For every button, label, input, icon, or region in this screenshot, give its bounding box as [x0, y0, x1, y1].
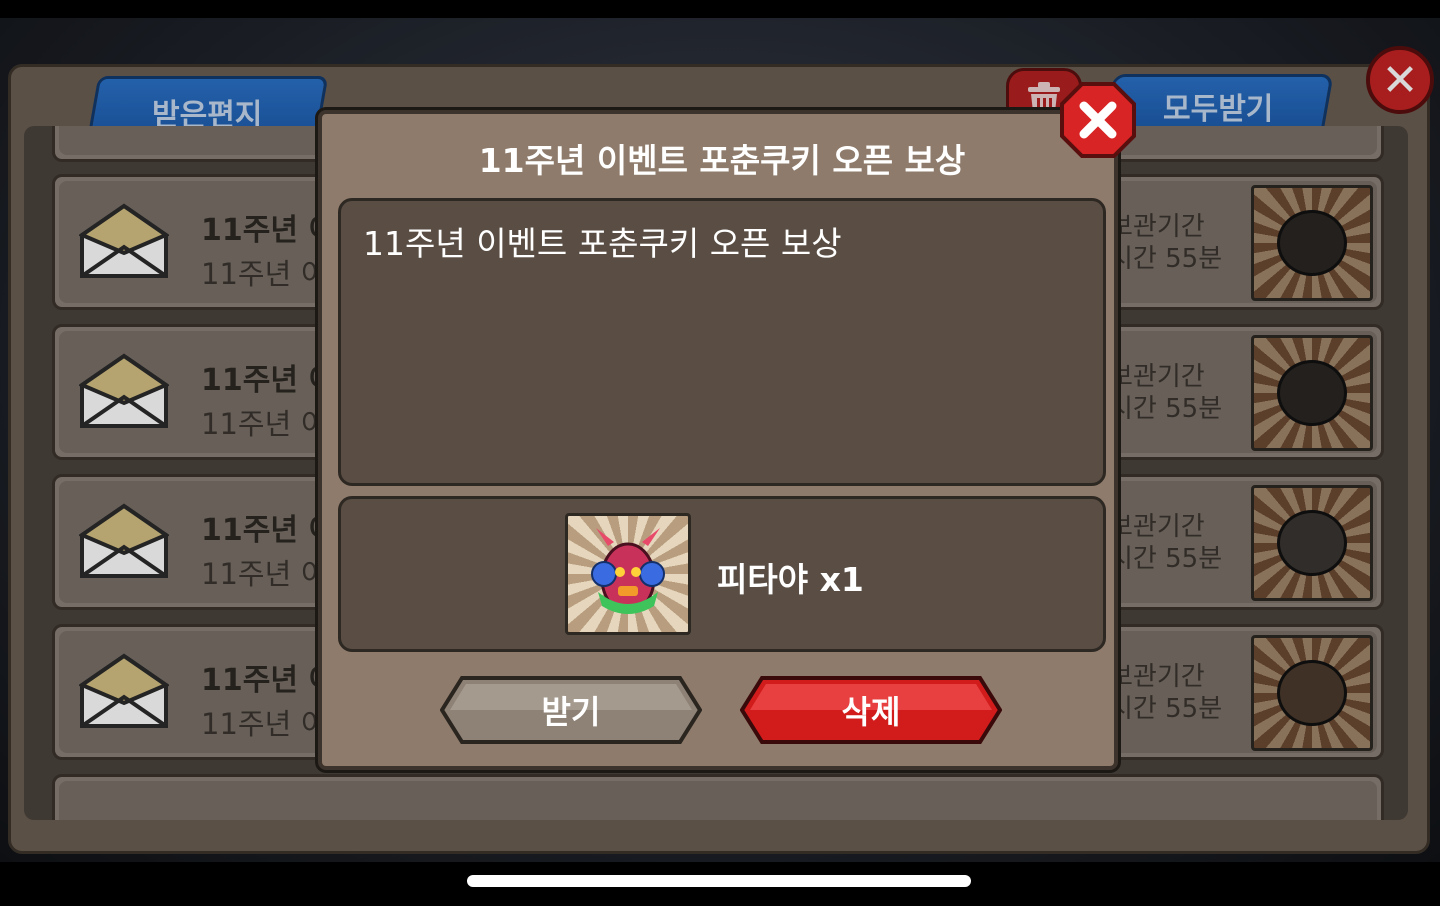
message-box: 11주년 이벤트 포춘쿠키 오픈 보상	[338, 198, 1106, 486]
modal-title: 11주년 이벤트 포춘쿠키 오픈 보상	[478, 141, 966, 180]
receive-label: 받기	[541, 693, 601, 731]
home-indicator[interactable]	[467, 875, 971, 887]
close-modal-button[interactable]	[1060, 82, 1136, 158]
delete-label: 삭제	[841, 693, 901, 731]
reward-box: 피타야 x1	[338, 496, 1106, 652]
message-text: 11주년 이벤트 포춘쿠키 오픈 보상	[363, 224, 842, 263]
receive-button[interactable]: 받기	[440, 676, 702, 744]
reward-label: 피타야 x1	[717, 560, 864, 599]
reward-item-icon	[565, 513, 691, 635]
mail-detail-modal: 11주년 이벤트 포춘쿠키 오픈 보상 11주년 이벤트 포춘쿠키 오픈 보상 …	[318, 110, 1118, 770]
delete-button[interactable]: 삭제	[740, 676, 1002, 744]
